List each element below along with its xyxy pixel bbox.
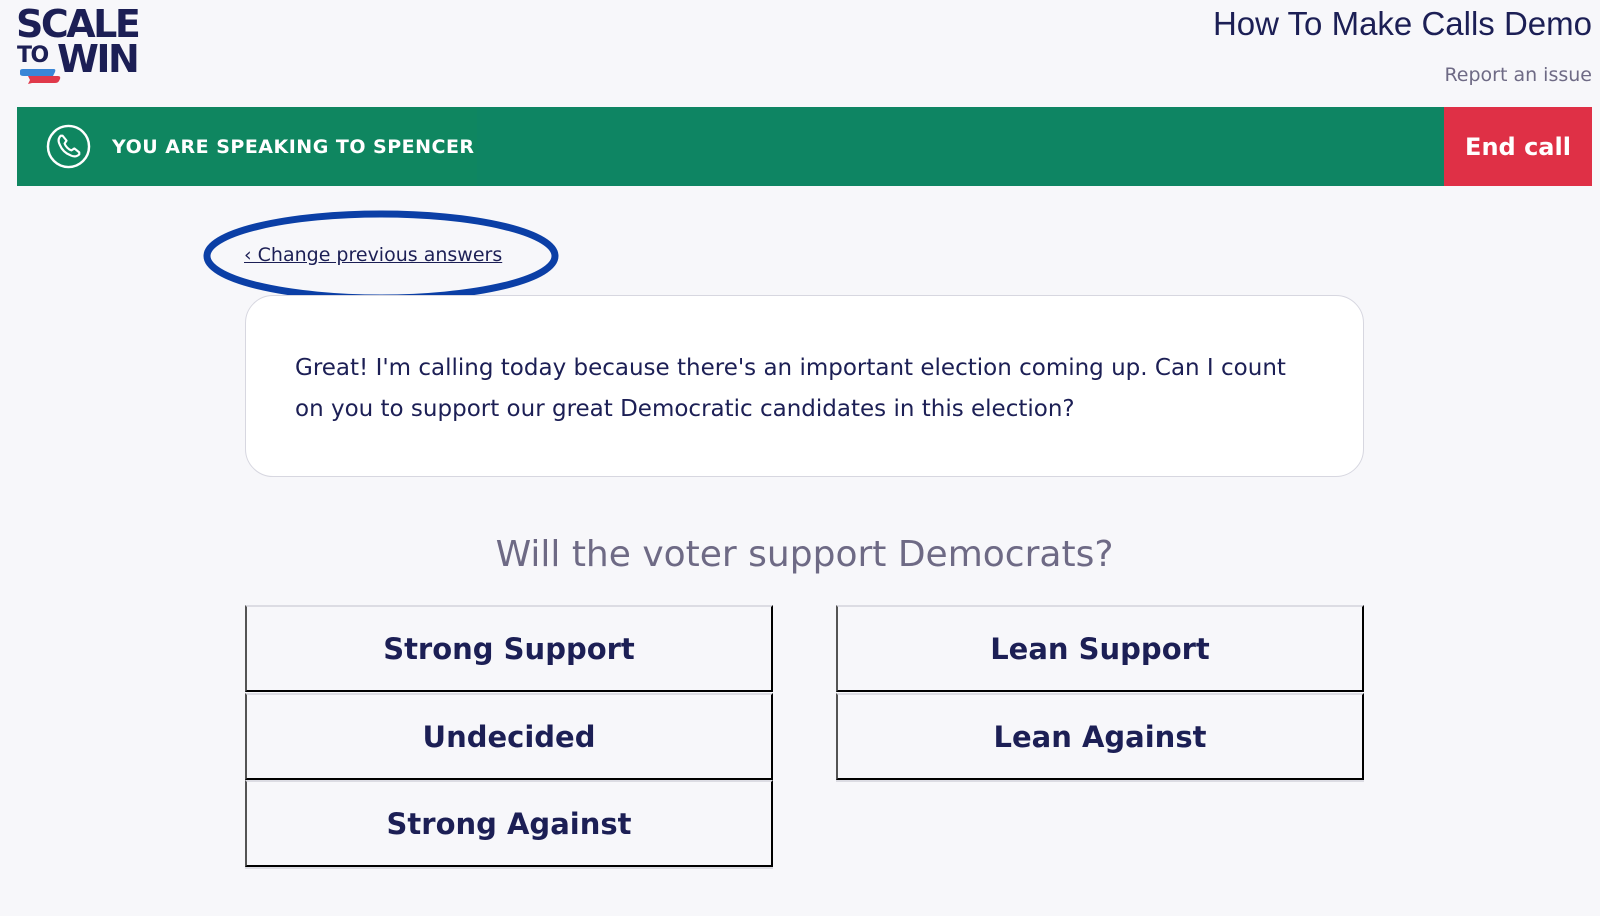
speaking-to-label: YOU ARE SPEAKING TO	[112, 135, 367, 158]
answer-undecided[interactable]: Undecided	[245, 693, 773, 780]
divider	[836, 780, 1364, 782]
divider	[245, 867, 773, 869]
call-status-bar: YOU ARE SPEAKING TO SPENCER End call	[17, 107, 1592, 186]
logo-text-to: TO	[17, 43, 49, 68]
script-card: Great! I'm calling today because there's…	[245, 295, 1364, 477]
end-call-button[interactable]: End call	[1444, 107, 1592, 186]
survey-question: Will the voter support Democrats?	[495, 534, 1114, 575]
speaking-to-panel: YOU ARE SPEAKING TO SPENCER	[17, 107, 477, 186]
answer-strong-support[interactable]: Strong Support	[245, 605, 773, 692]
change-previous-answers-link[interactable]: ‹ Change previous answers	[244, 242, 502, 268]
logo-text-win: WIN	[57, 37, 140, 81]
speech-bubble-logo-icon	[20, 69, 61, 84]
answer-lean-support[interactable]: Lean Support	[836, 605, 1364, 692]
answer-lean-against[interactable]: Lean Against	[836, 693, 1364, 780]
page-title: How To Make Calls Demo	[1212, 5, 1592, 42]
contact-name: SPENCER	[373, 135, 475, 158]
scale-to-win-logo: SCALE TO WIN	[16, 4, 148, 84]
answer-strong-against[interactable]: Strong Against	[245, 780, 773, 867]
speaking-to-text: YOU ARE SPEAKING TO SPENCER	[112, 107, 475, 186]
report-issue-link[interactable]: Report an issue	[1444, 62, 1592, 88]
phone-icon	[46, 124, 91, 169]
script-text: Great! I'm calling today because there's…	[295, 355, 1286, 422]
